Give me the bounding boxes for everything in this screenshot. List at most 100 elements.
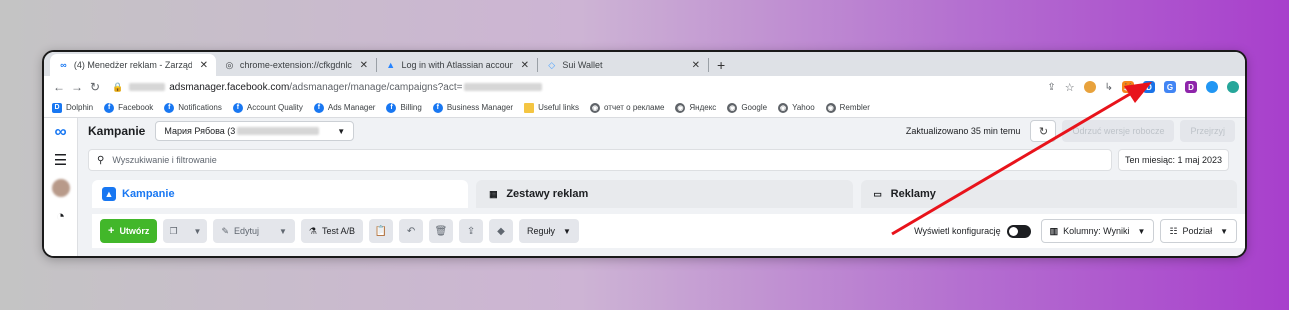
clipboard-icon: 📋 bbox=[374, 225, 388, 237]
clipboard-button[interactable]: 📋 bbox=[369, 219, 394, 243]
tab-ad-sets[interactable]: ▦ Zestawy reklam bbox=[476, 180, 853, 208]
dolphin-extension-icon[interactable]: D bbox=[1143, 81, 1155, 93]
tab-ads-manager[interactable]: ∞ (4) Menedżer reklam - Zarządzaj ✕ bbox=[50, 54, 216, 76]
globe-icon: ◉ bbox=[675, 102, 686, 113]
bookmark-google[interactable]: ◉ Google bbox=[727, 102, 768, 113]
discard-drafts-button[interactable]: Odrzuć wersje robocze bbox=[1062, 120, 1175, 142]
ab-test-label: Test A/B bbox=[322, 226, 356, 236]
menu-icon[interactable]: ☰ bbox=[44, 146, 77, 174]
tab-extension[interactable]: ◎ chrome-extension://cfkgdnlcieo ✕ bbox=[216, 54, 376, 76]
facebook-icon: f bbox=[313, 102, 324, 113]
close-icon[interactable]: ✕ bbox=[692, 60, 700, 71]
bookmark-ads-manager[interactable]: f Ads Manager bbox=[313, 102, 376, 113]
translate-icon[interactable]: G bbox=[1164, 81, 1176, 93]
bookmark-label: Useful links bbox=[538, 103, 579, 112]
breakdown-icon: ☷ bbox=[1169, 225, 1178, 236]
main-area: Kampanie Мария Рябова (3 ▼ Zaktualizowan… bbox=[78, 118, 1245, 256]
ads-manager-app: ∞ ☰ ◔ Kampanie Мария Рябова (3 ▼ Zaktual… bbox=[44, 118, 1245, 256]
edit-label: Edytuj bbox=[233, 226, 259, 236]
tab-campaigns[interactable]: ▲ Kampanie bbox=[92, 180, 469, 208]
duplicate-button[interactable]: ❐ ▼ bbox=[163, 219, 208, 243]
edit-button[interactable]: ✎ Edytuj ▼ bbox=[213, 219, 295, 243]
bookmark-useful-links[interactable]: Useful links bbox=[524, 102, 579, 113]
tab-title: (4) Menedżer reklam - Zarządzaj bbox=[73, 60, 192, 70]
meta-logo-icon[interactable]: ∞ bbox=[44, 118, 77, 146]
plus-icon: + bbox=[108, 225, 115, 237]
close-icon[interactable]: ✕ bbox=[521, 60, 529, 71]
cursor-extension-icon[interactable]: ↳ bbox=[1105, 82, 1113, 93]
account-selector[interactable]: Мария Рябова (3 ▼ bbox=[155, 121, 355, 141]
date-range-picker[interactable]: Ten miesiąc: 1 maj 2023 bbox=[1117, 149, 1229, 171]
bookmark-yahoo[interactable]: ◉ Yahoo bbox=[778, 102, 815, 113]
bookmark-dolphin[interactable]: D Dolphin bbox=[52, 102, 93, 113]
facebook-icon: f bbox=[232, 102, 243, 113]
globe-icon: ◉ bbox=[825, 102, 836, 113]
teal-extension-icon[interactable] bbox=[1227, 81, 1239, 93]
bookmark-business-manager[interactable]: f Business Manager bbox=[432, 102, 513, 113]
undo-button[interactable]: ↶ bbox=[399, 219, 424, 243]
tab-strip: ∞ (4) Menedżer reklam - Zarządzaj ✕ ◎ ch… bbox=[44, 52, 1245, 76]
flask-icon: ⚗ bbox=[308, 225, 317, 236]
metamask-icon[interactable]: 🦊 bbox=[1122, 81, 1134, 93]
close-icon[interactable]: ✕ bbox=[200, 60, 208, 71]
bookmark-account-quality[interactable]: f Account Quality bbox=[232, 102, 303, 113]
refresh-button[interactable]: ↻ bbox=[1030, 120, 1057, 142]
bookmark-ad-report[interactable]: ◉ отчет о рекламе bbox=[590, 102, 665, 113]
action-bar: + Utwórz ❐ ▼ ✎ Edytuj ▼ ⚗ Test A/B 📋 ↶ 🗑 ⇪ ◆… bbox=[92, 214, 1245, 248]
facebook-icon: f bbox=[164, 102, 175, 113]
tag-icon: ◆ bbox=[497, 225, 505, 237]
bookmark-label: Google bbox=[741, 103, 768, 112]
tab-label: Kampanie bbox=[122, 188, 175, 200]
address-bar[interactable]: 🔒 adsmanager.facebook.com /adsmanager/ma… bbox=[112, 78, 1032, 96]
review-button[interactable]: Przejrzyj bbox=[1180, 120, 1235, 142]
bookmark-label: Billing bbox=[400, 103, 422, 112]
caret-down-icon: ▼ bbox=[563, 226, 571, 236]
bookmark-label: Facebook bbox=[118, 103, 154, 112]
duplicate-icon: ❐ bbox=[169, 225, 178, 236]
bookmark-label: Ads Manager bbox=[327, 103, 376, 112]
cookie-extension-icon[interactable] bbox=[1083, 81, 1096, 93]
extensions-area: ⇪ ☆ ↳ 🦊 D G D bbox=[1047, 81, 1239, 94]
redacted-text bbox=[464, 83, 543, 91]
back-icon[interactable]: ← bbox=[50, 80, 68, 94]
reload-icon[interactable]: ↻ bbox=[86, 80, 104, 94]
tab-atlassian[interactable]: ▲ Log in with Atlassian account ✕ bbox=[377, 54, 537, 76]
share-icon[interactable]: ⇪ bbox=[1047, 82, 1055, 93]
pencil-icon: ✎ bbox=[221, 225, 229, 236]
tag-button[interactable]: ◆ bbox=[489, 219, 514, 243]
columns-label: Kolumny: Wyniki bbox=[1063, 226, 1130, 236]
star-icon[interactable]: ☆ bbox=[1065, 81, 1075, 94]
columns-dropdown[interactable]: ▥ Kolumny: Wyniki ▼ bbox=[1040, 219, 1155, 243]
close-icon[interactable]: ✕ bbox=[360, 60, 368, 71]
bookmark-yandex[interactable]: ◉ Яндекс bbox=[675, 102, 716, 113]
bookmark-label: Yahoo bbox=[792, 103, 815, 112]
export-icon: ⇪ bbox=[466, 225, 476, 237]
bookmark-notifications[interactable]: f Notifications bbox=[164, 102, 222, 113]
export-button[interactable]: ⇪ bbox=[459, 219, 484, 243]
tab-ads[interactable]: ▭ Reklamy bbox=[860, 180, 1237, 208]
avatar[interactable] bbox=[44, 174, 77, 202]
tab-title: Sui Wallet bbox=[562, 60, 603, 70]
bookmark-facebook[interactable]: f Facebook bbox=[104, 102, 154, 113]
blue-extension-icon[interactable] bbox=[1206, 81, 1218, 93]
forward-icon[interactable]: → bbox=[68, 80, 86, 94]
purple-extension-icon[interactable]: D bbox=[1185, 81, 1197, 93]
ab-test-button[interactable]: ⚗ Test A/B bbox=[300, 219, 364, 243]
bookmark-label: Account Quality bbox=[246, 103, 303, 112]
config-toggle[interactable] bbox=[1006, 224, 1031, 238]
gauge-icon[interactable]: ◔ bbox=[44, 202, 77, 230]
create-button[interactable]: + Utwórz bbox=[100, 219, 158, 243]
new-tab-button[interactable]: + bbox=[709, 54, 733, 76]
breakdown-dropdown[interactable]: ☷ Podział ▼ bbox=[1160, 219, 1237, 243]
bookmark-billing[interactable]: f Billing bbox=[386, 102, 422, 113]
bookmark-label: отчет о рекламе bbox=[604, 103, 665, 112]
meta-icon: ∞ bbox=[60, 60, 67, 70]
delete-button[interactable]: 🗑 bbox=[429, 219, 454, 243]
bookmark-rembler[interactable]: ◉ Rembler bbox=[825, 102, 870, 113]
ad-icon: ▭ bbox=[873, 188, 882, 199]
browser-toolbar: ← → ↻ 🔒 adsmanager.facebook.com /adsmana… bbox=[44, 76, 1245, 98]
tab-sui-wallet[interactable]: ◇ Sui Wallet ✕ bbox=[538, 54, 708, 76]
search-input[interactable]: ⚲ Wyszukiwanie i filtrowanie bbox=[88, 149, 1112, 171]
rules-dropdown[interactable]: Reguły ▼ bbox=[519, 219, 579, 243]
folder-icon: ▲ bbox=[102, 187, 116, 201]
